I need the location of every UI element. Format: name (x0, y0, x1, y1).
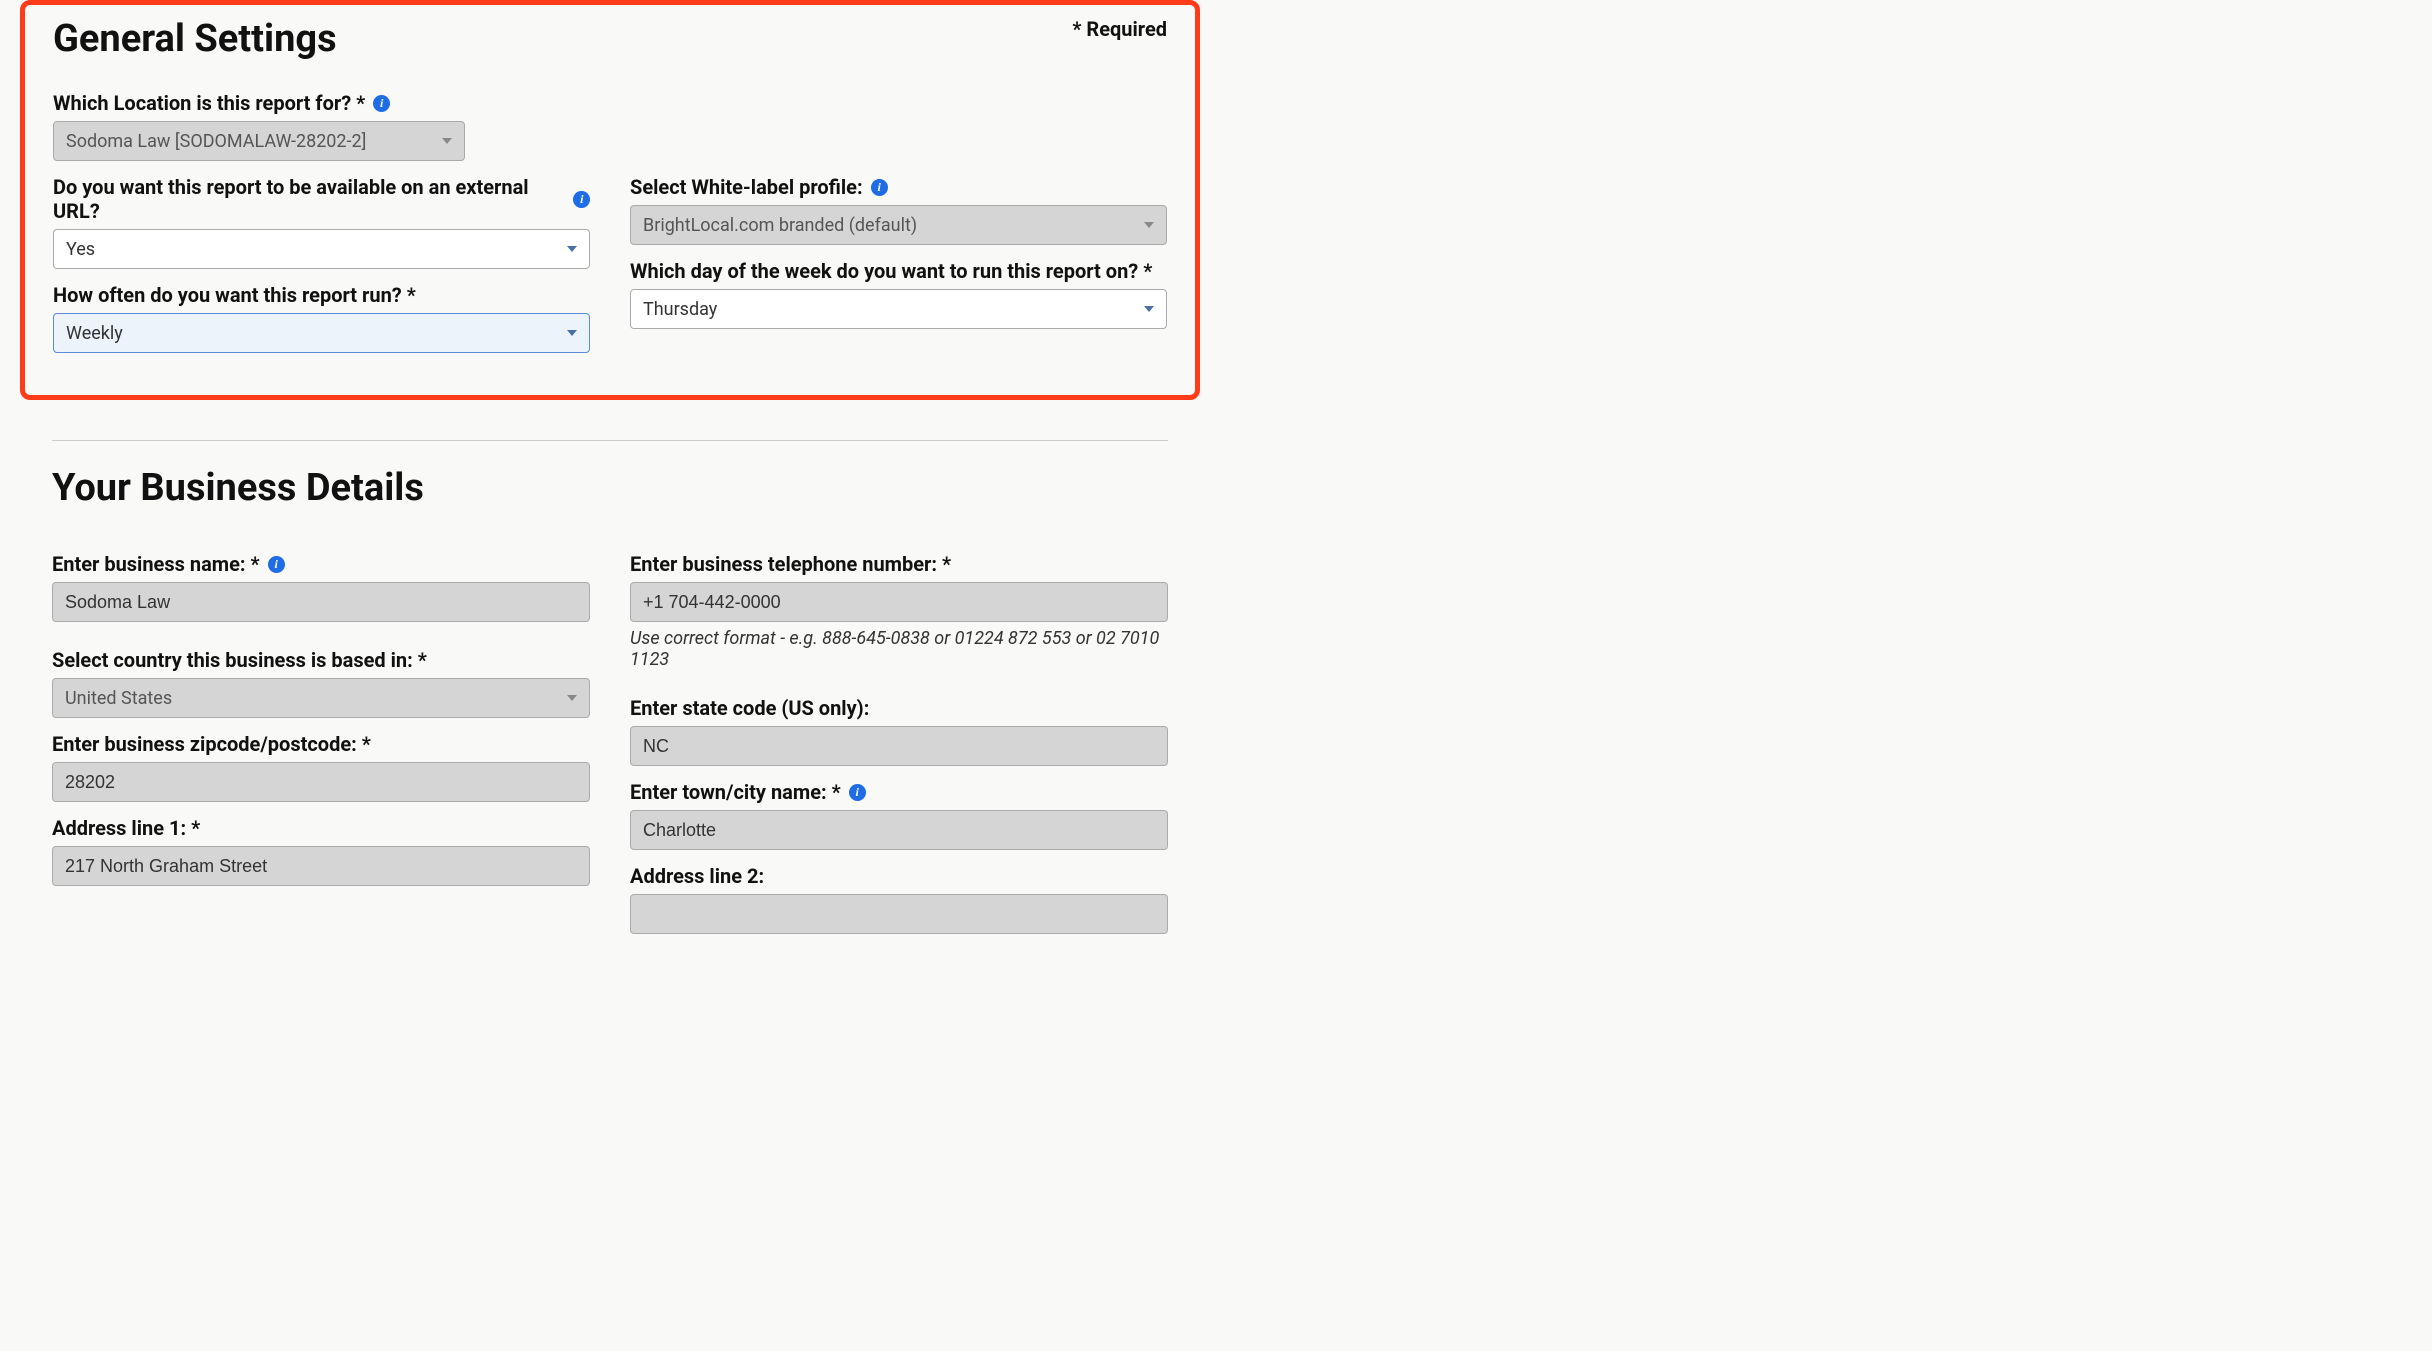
chevron-down-icon (567, 330, 577, 336)
city-input[interactable] (630, 810, 1168, 850)
business-details-title: Your Business Details (52, 466, 1168, 510)
country-label: Select country this business is based in… (52, 648, 427, 672)
business-name-label: Enter business name: * (52, 552, 260, 576)
external-url-select[interactable]: Yes (53, 229, 590, 269)
location-select-value: Sodoma Law [SODOMALAW-28202-2] (66, 131, 366, 152)
zip-input[interactable] (52, 762, 590, 802)
address2-label: Address line 2: (630, 864, 764, 888)
chevron-down-icon (567, 695, 577, 701)
phone-label: Enter business telephone number: * (630, 552, 951, 576)
frequency-select[interactable]: Weekly (53, 313, 590, 353)
info-icon[interactable] (268, 556, 285, 573)
address1-label: Address line 1: * (52, 816, 200, 840)
country-value: United States (65, 688, 172, 709)
zip-label: Enter business zipcode/postcode: * (52, 732, 371, 756)
city-label: Enter town/city name: * (630, 780, 841, 804)
address1-input[interactable] (52, 846, 590, 886)
white-label-label: Select White-label profile: (630, 175, 863, 199)
info-icon[interactable] (871, 179, 888, 196)
info-icon[interactable] (573, 191, 590, 208)
section-divider (52, 440, 1168, 441)
chevron-down-icon (442, 138, 452, 144)
chevron-down-icon (1144, 222, 1154, 228)
frequency-value: Weekly (66, 323, 123, 344)
address2-input[interactable] (630, 894, 1168, 934)
location-select[interactable]: Sodoma Law [SODOMALAW-28202-2] (53, 121, 465, 161)
frequency-label: How often do you want this report run? * (53, 283, 416, 307)
country-select[interactable]: United States (52, 678, 590, 718)
white-label-select[interactable]: BrightLocal.com branded (default) (630, 205, 1167, 245)
state-label: Enter state code (US only): (630, 696, 869, 720)
business-name-field[interactable] (65, 583, 577, 621)
state-input[interactable] (630, 726, 1168, 766)
address1-field[interactable] (65, 847, 577, 885)
required-indicator: * Required (1072, 17, 1167, 41)
chevron-down-icon (567, 246, 577, 252)
address2-field[interactable] (643, 895, 1155, 933)
business-name-input[interactable] (52, 582, 590, 622)
day-value: Thursday (643, 299, 717, 320)
info-icon[interactable] (849, 784, 866, 801)
phone-hint: Use correct format - e.g. 888-645-0838 o… (630, 628, 1168, 670)
general-settings-title: General Settings (53, 17, 337, 61)
external-url-label: Do you want this report to be available … (53, 175, 565, 223)
day-label: Which day of the week do you want to run… (630, 259, 1152, 283)
zip-field[interactable] (65, 763, 577, 801)
chevron-down-icon (1144, 306, 1154, 312)
white-label-value: BrightLocal.com branded (default) (643, 215, 917, 236)
state-field[interactable] (643, 727, 1155, 765)
phone-field[interactable] (643, 583, 1155, 621)
external-url-value: Yes (66, 239, 95, 260)
city-field[interactable] (643, 811, 1155, 849)
location-label: Which Location is this report for? * (53, 91, 365, 115)
business-details-section: Your Business Details Enter business nam… (20, 440, 1200, 948)
info-icon[interactable] (373, 95, 390, 112)
day-select[interactable]: Thursday (630, 289, 1167, 329)
phone-input[interactable] (630, 582, 1168, 622)
general-settings-section: General Settings * Required Which Locati… (20, 0, 1200, 400)
